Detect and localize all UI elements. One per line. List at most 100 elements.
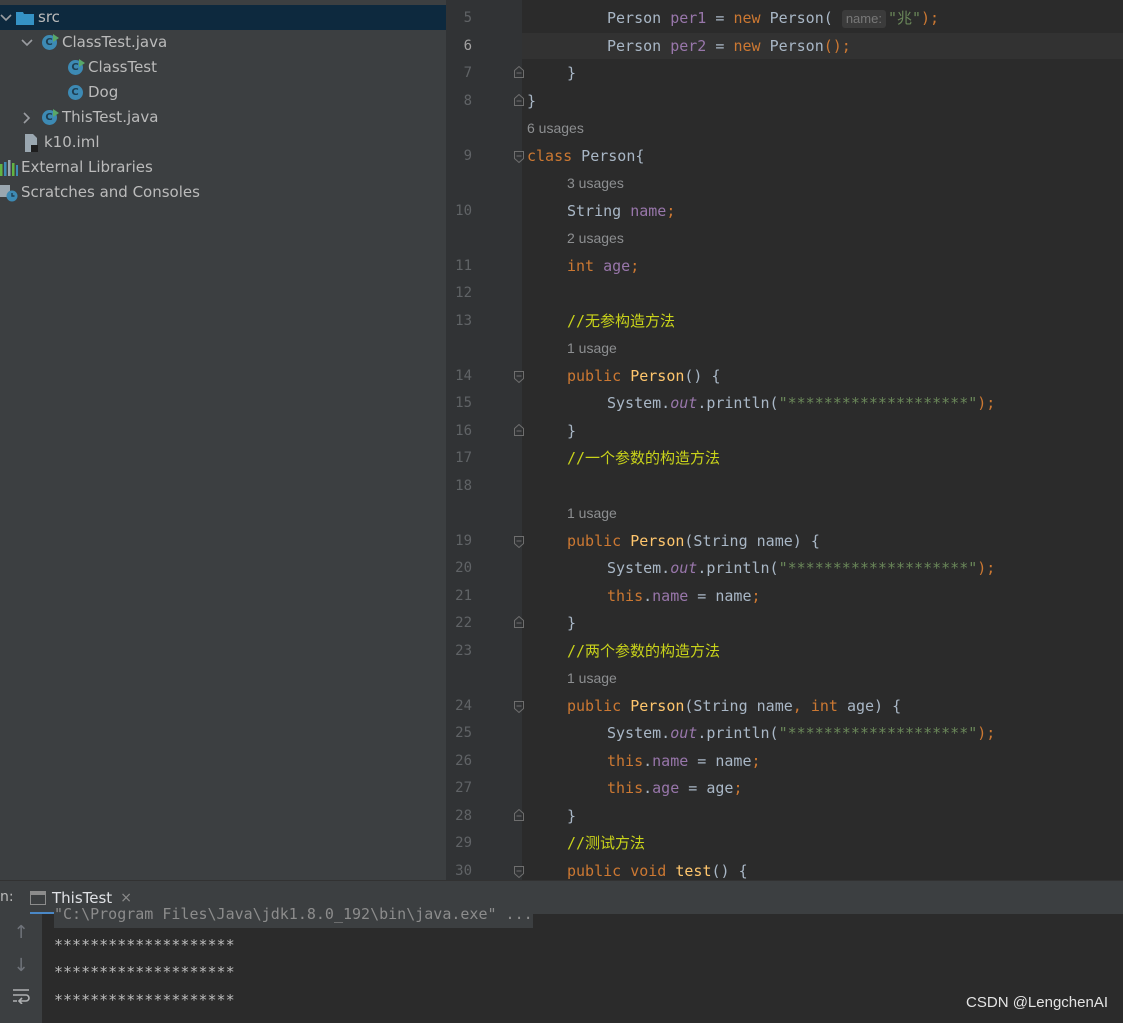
- keyword-token: new: [733, 37, 761, 55]
- type-token: Person: [607, 9, 662, 27]
- usages-hint[interactable]: 1 usage: [567, 338, 617, 358]
- chevron-down-icon[interactable]: [0, 5, 12, 30]
- code-line[interactable]: System.out.println("********************…: [607, 393, 995, 413]
- fold-start-icon[interactable]: [514, 866, 524, 878]
- line-number: 29: [455, 835, 472, 851]
- code-line[interactable]: String name;: [567, 201, 675, 221]
- fold-end-icon[interactable]: [514, 94, 524, 106]
- soft-wrap-icon[interactable]: [10, 988, 32, 1010]
- line-number: 7: [463, 65, 472, 81]
- fold-end-icon[interactable]: [514, 424, 524, 436]
- down-arrow-icon[interactable]: ↓: [10, 955, 32, 977]
- static-field-token: out: [670, 559, 698, 577]
- punctuation-token: ();: [823, 37, 851, 55]
- class-icon: C: [66, 84, 84, 102]
- code-line[interactable]: public Person(String name, int age) {: [567, 696, 901, 716]
- line-number: 24: [455, 698, 472, 714]
- usages-hint[interactable]: 6 usages: [527, 118, 584, 138]
- line-number: 11: [455, 258, 472, 274]
- punctuation-token: );: [977, 724, 996, 742]
- run-label: n:: [0, 889, 14, 905]
- method-token: .println(: [697, 559, 779, 577]
- code-line[interactable]: Person per2 = new Person();: [607, 36, 851, 56]
- tree-item-k10-iml[interactable]: k10.iml: [22, 130, 100, 155]
- keyword-token: new: [733, 9, 761, 27]
- code-comment[interactable]: //两个参数的构造方法: [567, 641, 720, 661]
- fold-start-icon[interactable]: [514, 701, 524, 713]
- punctuation-token: () {: [684, 367, 721, 385]
- console-output-line: ********************: [54, 936, 235, 954]
- code-line[interactable]: class Person{: [527, 146, 644, 166]
- fold-start-icon[interactable]: [514, 371, 524, 383]
- line-number: 18: [455, 478, 472, 494]
- code-comment[interactable]: //一个参数的构造方法: [567, 448, 720, 468]
- tree-item-scratches[interactable]: Scratches and Consoles: [0, 180, 200, 205]
- code-line[interactable]: }: [567, 421, 576, 441]
- brace-token: }: [567, 614, 577, 632]
- type-token: String: [567, 202, 622, 220]
- code-line[interactable]: public void test() {: [567, 861, 748, 880]
- line-number: 27: [455, 780, 472, 796]
- code-line[interactable]: System.out.println("********************…: [607, 723, 995, 743]
- fold-end-icon[interactable]: [514, 809, 524, 821]
- tree-item-external-libraries[interactable]: External Libraries: [0, 155, 153, 180]
- code-line[interactable]: System.out.println("********************…: [607, 558, 995, 578]
- class-icon: C: [66, 58, 85, 77]
- brace-token: }: [567, 422, 577, 440]
- chevron-right-icon[interactable]: [20, 105, 34, 130]
- keyword-token: public: [567, 697, 622, 715]
- up-arrow-icon[interactable]: ↑: [10, 922, 32, 944]
- code-line[interactable]: }: [567, 806, 576, 826]
- folder-icon: [16, 9, 34, 27]
- code-line[interactable]: int age;: [567, 256, 639, 276]
- code-line[interactable]: this.age = age;: [607, 778, 742, 798]
- code-line[interactable]: }: [567, 613, 576, 633]
- tree-item-thistest-java[interactable]: C ThisTest.java: [20, 105, 158, 130]
- parameter-list-token: (String name) {: [684, 532, 820, 550]
- run-toolbar: ↑ ↓: [0, 914, 42, 1023]
- tree-item-classtest-java[interactable]: C ClassTest.java: [20, 30, 167, 55]
- fold-start-icon[interactable]: [514, 536, 524, 548]
- fold-end-icon[interactable]: [514, 616, 524, 628]
- usages-hint[interactable]: 2 usages: [567, 228, 624, 248]
- usages-hint[interactable]: 3 usages: [567, 173, 624, 193]
- scratches-icon: [0, 184, 18, 202]
- punctuation-token: .: [643, 752, 653, 770]
- code-line[interactable]: public Person() {: [567, 366, 721, 386]
- brace-token: }: [567, 807, 577, 825]
- line-number: 8: [463, 93, 472, 109]
- code-editor[interactable]: 5 6 7 8 9 10 11 12 13 14 15 16 17 18 19 …: [446, 0, 1123, 880]
- punctuation-token: );: [977, 559, 996, 577]
- expression-token: = age: [679, 779, 734, 797]
- line-number: 14: [455, 368, 472, 384]
- tree-item-dog[interactable]: C Dog: [66, 80, 118, 105]
- operator-token: =: [706, 9, 734, 27]
- field-token: name: [652, 587, 689, 605]
- tree-item-classtest[interactable]: C ClassTest: [66, 55, 157, 80]
- line-number: 5: [463, 10, 472, 26]
- line-number: 26: [455, 753, 472, 769]
- code-comment[interactable]: //无参构造方法: [567, 311, 675, 331]
- code-line[interactable]: public Person(String name) {: [567, 531, 820, 551]
- code-line[interactable]: }: [567, 63, 576, 83]
- code-line[interactable]: }: [527, 91, 536, 111]
- code-line[interactable]: Person per1 = new Person( name: "兆");: [607, 8, 939, 28]
- field-token: name: [652, 752, 689, 770]
- fold-start-icon[interactable]: [514, 151, 524, 163]
- code-comment[interactable]: //测试方法: [567, 833, 645, 853]
- line-number: 17: [455, 450, 472, 466]
- punctuation-token: );: [977, 394, 996, 412]
- line-number: 16: [455, 423, 472, 439]
- usages-hint[interactable]: 1 usage: [567, 503, 617, 523]
- brace-token: }: [527, 92, 537, 110]
- expression-token: = name: [688, 752, 752, 770]
- console-icon: [30, 891, 46, 905]
- line-number: 9: [463, 148, 472, 164]
- keyword-token: class: [527, 147, 573, 165]
- code-line[interactable]: this.name = name;: [607, 751, 761, 771]
- fold-end-icon[interactable]: [514, 66, 524, 78]
- code-line[interactable]: this.name = name;: [607, 586, 761, 606]
- chevron-down-icon[interactable]: [20, 30, 34, 55]
- usages-hint[interactable]: 1 usage: [567, 668, 617, 688]
- tree-item-src[interactable]: src: [0, 5, 60, 30]
